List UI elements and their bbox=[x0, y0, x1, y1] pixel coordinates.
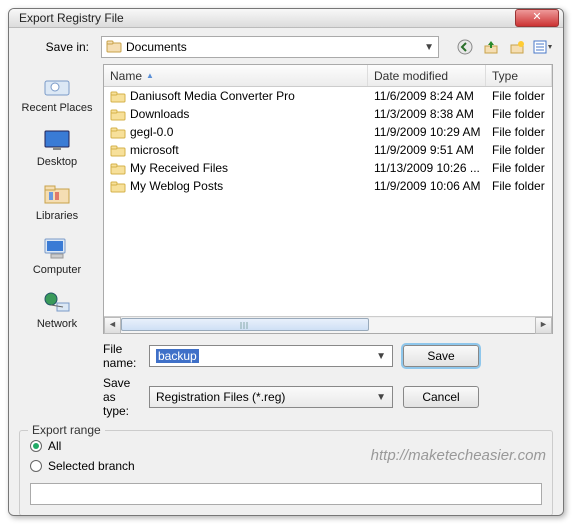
place-label: Desktop bbox=[37, 156, 77, 168]
column-headers: Name ▲ Date modified Type bbox=[104, 65, 552, 87]
file-type: File folder bbox=[486, 107, 552, 121]
horizontal-scrollbar[interactable]: ◄ ► bbox=[104, 316, 552, 333]
save-button[interactable]: Save bbox=[403, 345, 479, 367]
chevron-down-icon: ▼ bbox=[376, 351, 386, 362]
close-button[interactable]: ✕ bbox=[515, 9, 559, 27]
file-type: File folder bbox=[486, 125, 552, 139]
folder-icon bbox=[110, 162, 126, 175]
up-one-level-button[interactable] bbox=[481, 37, 501, 57]
file-rows: Daniusoft Media Converter Pro 11/6/2009 8… bbox=[104, 87, 552, 316]
place-label: Computer bbox=[33, 264, 81, 276]
column-type[interactable]: Type bbox=[486, 65, 552, 86]
file-type: File folder bbox=[486, 89, 552, 103]
file-type: File folder bbox=[486, 161, 552, 175]
place-libraries[interactable]: Libraries bbox=[19, 176, 95, 226]
views-button[interactable] bbox=[533, 37, 553, 57]
table-row[interactable]: My Weblog Posts 11/9/2009 10:06 AMFile fo… bbox=[104, 177, 552, 195]
file-name: gegl-0.0 bbox=[130, 125, 173, 139]
radio-selected-branch-label: Selected branch bbox=[48, 459, 135, 473]
file-name: Daniusoft Media Converter Pro bbox=[130, 89, 295, 103]
file-type: File folder bbox=[486, 143, 552, 157]
saveas-label: Save as type: bbox=[19, 376, 139, 418]
radio-selected-branch-row[interactable]: Selected branch bbox=[30, 459, 542, 473]
dialog-body: Save in: Documents ▼ Recent Places bbox=[9, 28, 563, 516]
place-network[interactable]: Network bbox=[19, 284, 95, 334]
place-label: Libraries bbox=[36, 210, 78, 222]
table-row[interactable]: Downloads 11/3/2009 8:38 AMFile folder bbox=[104, 105, 552, 123]
computer-icon bbox=[41, 234, 73, 262]
nav-icons bbox=[455, 37, 553, 57]
network-icon bbox=[41, 288, 73, 316]
radio-all-row[interactable]: All bbox=[30, 439, 542, 453]
save-in-value: Documents bbox=[126, 40, 187, 54]
desktop-icon bbox=[41, 126, 73, 154]
places-bar: Recent Places Desktop Libraries Computer… bbox=[19, 64, 95, 334]
column-date[interactable]: Date modified bbox=[368, 65, 486, 86]
place-label: Network bbox=[37, 318, 77, 330]
cancel-button[interactable]: Cancel bbox=[403, 386, 479, 408]
documents-icon bbox=[106, 39, 122, 56]
table-row[interactable]: gegl-0.0 11/9/2009 10:29 AMFile folder bbox=[104, 123, 552, 141]
save-in-row: Save in: Documents ▼ bbox=[19, 36, 553, 58]
chevron-down-icon: ▼ bbox=[376, 392, 386, 403]
radio-all[interactable] bbox=[30, 440, 42, 452]
file-name: My Weblog Posts bbox=[130, 179, 223, 193]
window-title: Export Registry File bbox=[19, 11, 515, 25]
folder-icon bbox=[110, 108, 126, 121]
place-computer[interactable]: Computer bbox=[19, 230, 95, 280]
filename-label: File name: bbox=[19, 342, 139, 370]
scroll-thumb[interactable] bbox=[121, 318, 369, 331]
new-folder-button[interactable] bbox=[507, 37, 527, 57]
export-range-legend: Export range bbox=[28, 423, 105, 437]
form-rows: File name: backup ▼ Save Save as type: R… bbox=[19, 342, 553, 424]
file-date: 11/3/2009 8:38 AM bbox=[368, 107, 486, 121]
table-row[interactable]: microsoft 11/9/2009 9:51 AMFile folder bbox=[104, 141, 552, 159]
scroll-track[interactable] bbox=[121, 318, 535, 333]
file-date: 11/9/2009 9:51 AM bbox=[368, 143, 486, 157]
folder-icon bbox=[110, 126, 126, 139]
table-row[interactable]: My Received Files 11/13/2009 10:26 ...Fil… bbox=[104, 159, 552, 177]
scroll-left-button[interactable]: ◄ bbox=[104, 317, 121, 334]
save-in-label: Save in: bbox=[19, 40, 95, 54]
folder-icon bbox=[110, 90, 126, 103]
file-name: My Received Files bbox=[130, 161, 228, 175]
place-label: Recent Places bbox=[22, 102, 93, 114]
libraries-icon bbox=[41, 180, 73, 208]
file-date: 11/6/2009 8:24 AM bbox=[368, 89, 486, 103]
recent-places-icon bbox=[41, 72, 73, 100]
place-desktop[interactable]: Desktop bbox=[19, 122, 95, 172]
file-name: microsoft bbox=[130, 143, 179, 157]
radio-selected-branch[interactable] bbox=[30, 460, 42, 472]
scroll-right-button[interactable]: ► bbox=[535, 317, 552, 334]
file-date: 11/13/2009 10:26 ... bbox=[368, 161, 486, 175]
filename-value: backup bbox=[156, 349, 199, 363]
middle-area: Recent Places Desktop Libraries Computer… bbox=[19, 64, 553, 334]
back-button[interactable] bbox=[455, 37, 475, 57]
file-name: Downloads bbox=[130, 107, 189, 121]
sort-ascending-icon: ▲ bbox=[146, 71, 154, 80]
file-date: 11/9/2009 10:29 AM bbox=[368, 125, 486, 139]
file-type: File folder bbox=[486, 179, 552, 193]
radio-all-label: All bbox=[48, 439, 61, 453]
export-registry-dialog: Export Registry File ✕ Save in: Document… bbox=[8, 8, 564, 516]
selected-branch-input[interactable] bbox=[30, 483, 542, 505]
export-range-group: Export range All Selected branch bbox=[19, 430, 553, 516]
place-recent[interactable]: Recent Places bbox=[19, 68, 95, 118]
column-name[interactable]: Name ▲ bbox=[104, 65, 368, 86]
folder-icon bbox=[110, 144, 126, 157]
table-row[interactable]: Daniusoft Media Converter Pro 11/6/2009 8… bbox=[104, 87, 552, 105]
save-in-combo[interactable]: Documents ▼ bbox=[101, 36, 439, 58]
titlebar: Export Registry File ✕ bbox=[9, 9, 563, 28]
folder-icon bbox=[110, 180, 126, 193]
file-list: Name ▲ Date modified Type Daniusoft Medi… bbox=[103, 64, 553, 334]
file-date: 11/9/2009 10:06 AM bbox=[368, 179, 486, 193]
chevron-down-icon: ▼ bbox=[424, 42, 434, 53]
filename-input[interactable]: backup ▼ bbox=[149, 345, 393, 367]
saveas-value: Registration Files (*.reg) bbox=[156, 390, 285, 404]
saveas-combo[interactable]: Registration Files (*.reg) ▼ bbox=[149, 386, 393, 408]
